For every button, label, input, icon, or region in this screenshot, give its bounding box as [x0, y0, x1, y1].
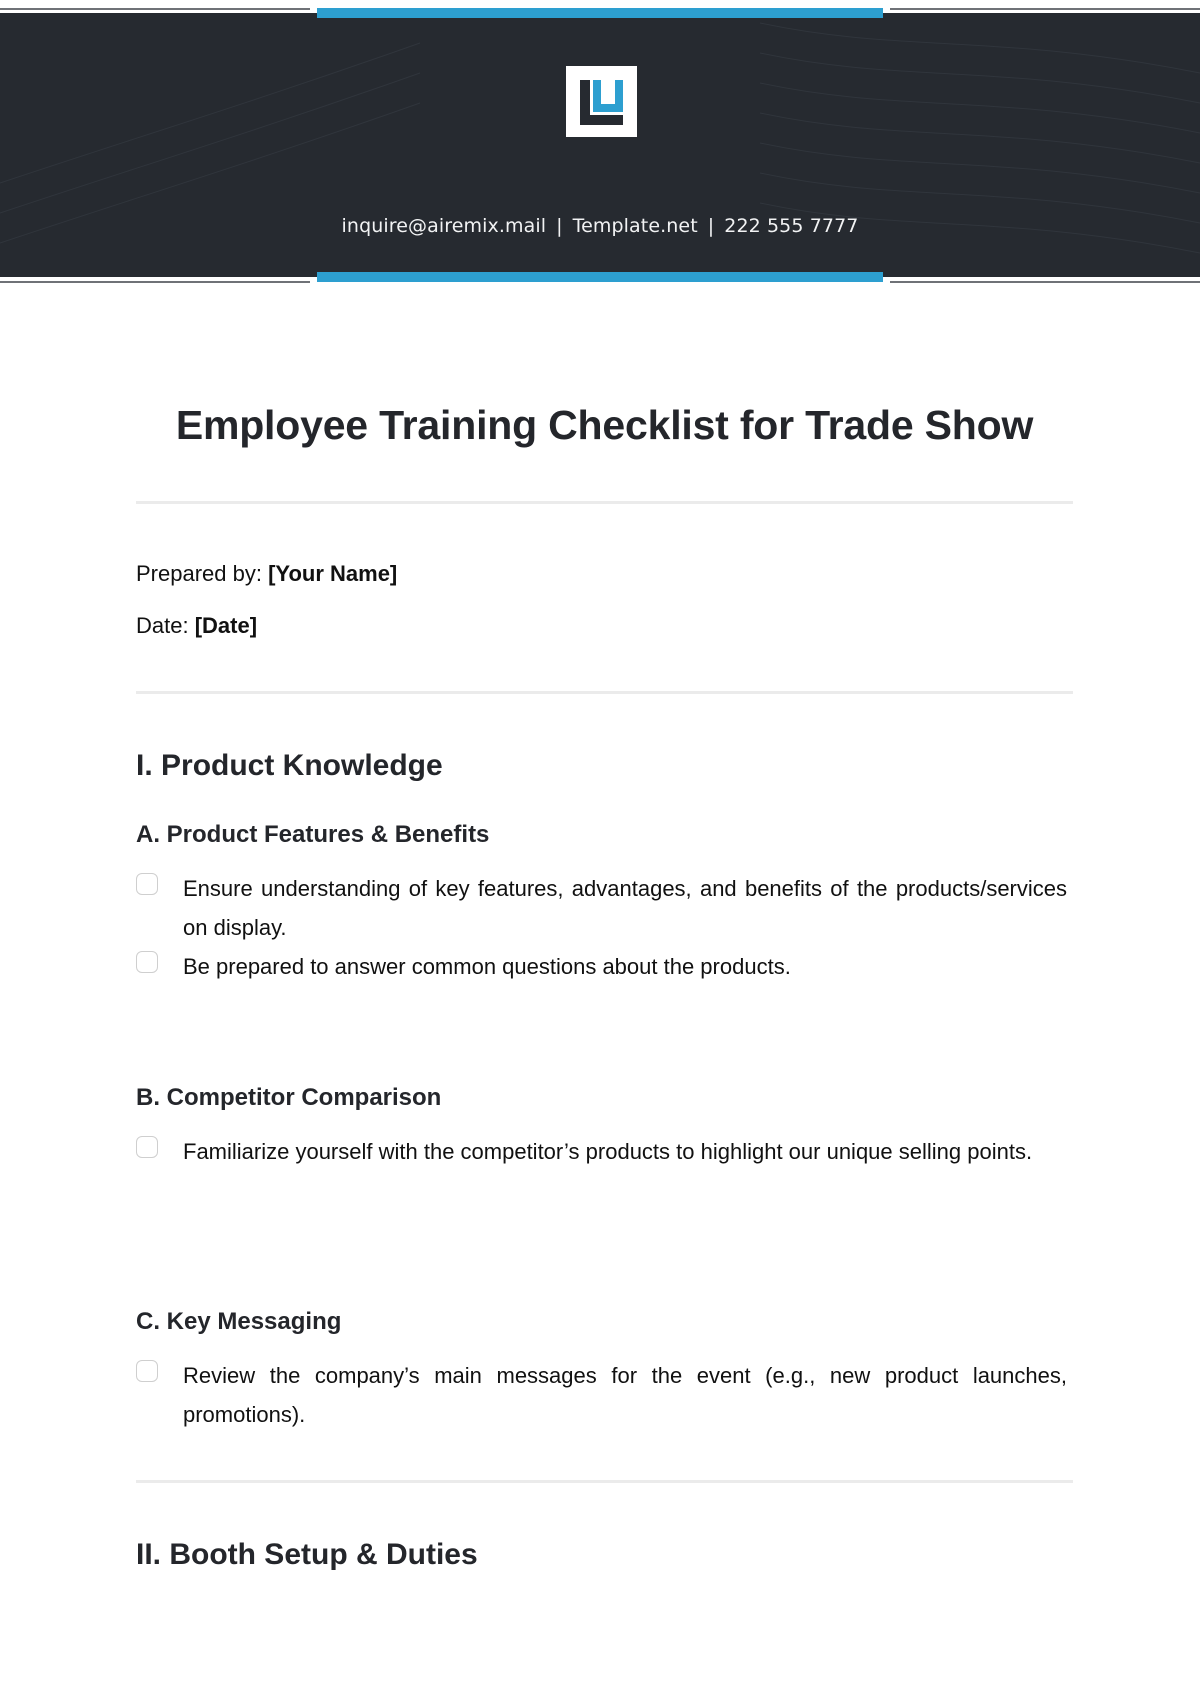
divider [136, 501, 1073, 504]
header-rule-bottom-left [0, 281, 310, 283]
logo-mark-l-horizontal [580, 115, 623, 125]
wave-pattern-decoration [0, 22, 1200, 254]
accent-bar-bottom [317, 272, 883, 282]
header-band [0, 13, 1200, 277]
checklist-item: Be prepared to answer common questions a… [136, 947, 1067, 986]
date-line: Date: [Date] [136, 613, 257, 639]
prepared-by-value: [Your Name] [268, 561, 398, 586]
checkbox[interactable] [136, 1360, 158, 1382]
contact-website[interactable]: Template.net [573, 215, 698, 237]
header-rule-top-right [890, 8, 1200, 10]
divider [136, 1480, 1073, 1483]
checklist-item-text: Ensure understanding of key features, ad… [183, 876, 1067, 940]
contact-email[interactable]: inquire@airemix.mail [342, 215, 547, 237]
prepared-by-line: Prepared by: [Your Name] [136, 561, 397, 587]
header-rule-bottom-right [890, 281, 1200, 283]
subsection-title: C. Key Messaging [136, 1308, 342, 1335]
contact-separator: | [556, 215, 563, 237]
letterhead-header: inquire@airemix.mail | Template.net | 222 55… [0, 0, 1200, 290]
checklist-item: Familiarize yourself with the competitor… [136, 1132, 1067, 1171]
checklist-item: Ensure understanding of key features, ad… [136, 869, 1067, 947]
checkbox[interactable] [136, 951, 158, 973]
subsection-title: B. Competitor Comparison [136, 1084, 442, 1111]
divider [136, 691, 1073, 694]
contact-separator: | [707, 215, 715, 237]
document-title: Employee Training Checklist for Trade Sh… [175, 402, 1034, 448]
checklist-item-text: Familiarize yourself with the competitor… [183, 1139, 1033, 1164]
logo-mark-u-bottom [593, 104, 623, 112]
contact-phone: 222 555 7777 [724, 215, 859, 237]
company-logo [566, 66, 637, 137]
checklist-item-text: Review the company’s main messages for t… [183, 1363, 1067, 1427]
header-rule-top-left [0, 8, 310, 10]
checkbox[interactable] [136, 873, 158, 895]
checklist-item: Review the company’s main messages for t… [136, 1356, 1067, 1434]
checkbox[interactable] [136, 1136, 158, 1158]
prepared-by-label: Prepared by: [136, 561, 262, 586]
accent-bar-top [317, 8, 883, 18]
date-value: [Date] [194, 613, 258, 638]
checklist-item-text: Be prepared to answer common questions a… [183, 954, 791, 979]
date-label: Date: [136, 613, 189, 638]
subsection-title: A. Product Features & Benefits [136, 821, 490, 848]
contact-line: inquire@airemix.mail | Template.net | 222 55… [0, 215, 1200, 237]
section-title: II. Booth Setup & Duties [136, 1538, 478, 1571]
section-title: I. Product Knowledge [136, 749, 443, 782]
